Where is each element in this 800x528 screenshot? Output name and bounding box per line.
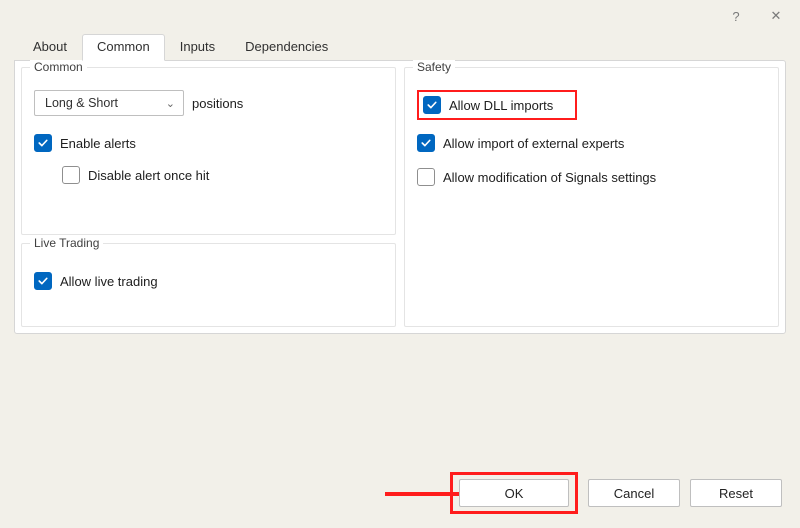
allow-mod-signals-checkbox[interactable] bbox=[417, 168, 435, 186]
help-button[interactable]: ? bbox=[716, 0, 756, 32]
ok-button[interactable]: OK bbox=[459, 479, 569, 507]
enable-alerts-checkbox[interactable] bbox=[34, 134, 52, 152]
check-icon bbox=[426, 99, 438, 111]
allow-dll-label: Allow DLL imports bbox=[449, 98, 553, 113]
group-safety-legend: Safety bbox=[413, 60, 455, 74]
tab-strip: About Common Inputs Dependencies bbox=[0, 32, 800, 60]
tab-dependencies[interactable]: Dependencies bbox=[230, 34, 343, 61]
positions-dropdown[interactable]: Long & Short ⌄ bbox=[34, 90, 184, 116]
allow-live-trading-checkbox[interactable] bbox=[34, 272, 52, 290]
ok-button-label: OK bbox=[505, 486, 524, 501]
disable-alert-once-checkbox[interactable] bbox=[62, 166, 80, 184]
check-icon bbox=[420, 137, 432, 149]
allow-ext-experts-label: Allow import of external experts bbox=[443, 136, 624, 151]
reset-button[interactable]: Reset bbox=[690, 479, 782, 507]
chevron-down-icon: ⌄ bbox=[166, 97, 175, 110]
allow-dll-highlight: Allow DLL imports bbox=[417, 90, 577, 120]
group-live-trading: Live Trading Allow live trading bbox=[21, 243, 396, 327]
button-bar: OK Cancel Reset bbox=[0, 472, 800, 514]
allow-dll-checkbox[interactable] bbox=[423, 96, 441, 114]
enable-alerts-label: Enable alerts bbox=[60, 136, 136, 151]
close-button[interactable]: ✕ bbox=[756, 0, 796, 32]
ok-highlight: OK bbox=[450, 472, 578, 514]
reset-button-label: Reset bbox=[719, 486, 753, 501]
cancel-button[interactable]: Cancel bbox=[588, 479, 680, 507]
disable-alert-once-label: Disable alert once hit bbox=[88, 168, 209, 183]
allow-live-trading-label: Allow live trading bbox=[60, 274, 158, 289]
tab-inputs[interactable]: Inputs bbox=[165, 34, 230, 61]
group-common: Common Long & Short ⌄ positions Enable a… bbox=[21, 67, 396, 235]
tab-common[interactable]: Common bbox=[82, 34, 165, 61]
tab-about[interactable]: About bbox=[18, 34, 82, 61]
right-column: Safety Allow DLL imports Allow import of… bbox=[404, 67, 779, 327]
tab-panel-common: Common Long & Short ⌄ positions Enable a… bbox=[14, 60, 786, 334]
cancel-button-label: Cancel bbox=[614, 486, 654, 501]
positions-label: positions bbox=[192, 96, 243, 111]
help-icon: ? bbox=[732, 9, 739, 24]
left-column: Common Long & Short ⌄ positions Enable a… bbox=[21, 67, 396, 327]
group-safety: Safety Allow DLL imports Allow import of… bbox=[404, 67, 779, 327]
group-common-legend: Common bbox=[30, 60, 87, 74]
group-live-trading-legend: Live Trading bbox=[30, 236, 103, 250]
allow-ext-experts-checkbox[interactable] bbox=[417, 134, 435, 152]
check-icon bbox=[37, 275, 49, 287]
close-icon: ✕ bbox=[771, 8, 782, 24]
check-icon bbox=[37, 137, 49, 149]
positions-dropdown-value: Long & Short bbox=[45, 96, 118, 110]
allow-mod-signals-label: Allow modification of Signals settings bbox=[443, 170, 656, 185]
titlebar: ? ✕ bbox=[0, 0, 800, 32]
